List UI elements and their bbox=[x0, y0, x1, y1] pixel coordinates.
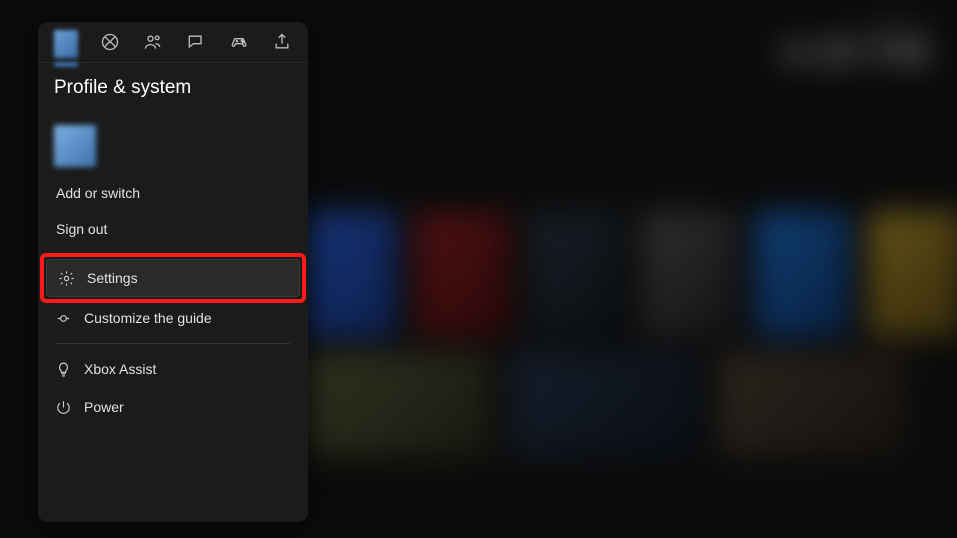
guide-panel: Profile & system Add or switch Sign out … bbox=[38, 22, 308, 522]
menu-sign-out[interactable]: Sign out bbox=[40, 211, 306, 247]
dashboard-tile bbox=[755, 211, 850, 337]
tab-people[interactable] bbox=[143, 32, 164, 56]
dashboard-tile bbox=[302, 211, 396, 337]
dashboard-tile bbox=[415, 211, 509, 337]
dashboard-tile bbox=[509, 352, 698, 457]
clock-block: ● ● ● ● 4:20 PM bbox=[781, 16, 931, 71]
lightbulb-icon bbox=[54, 360, 72, 378]
menu-add-or-switch[interactable]: Add or switch bbox=[40, 175, 306, 211]
menu-label: Power bbox=[84, 399, 124, 415]
tab-profile[interactable] bbox=[54, 32, 78, 56]
status-icons: ● ● ● ● bbox=[781, 16, 931, 31]
menu-label: Settings bbox=[87, 270, 138, 286]
chat-icon bbox=[186, 32, 206, 57]
customize-icon bbox=[54, 309, 72, 327]
dashboard-tile bbox=[302, 352, 491, 457]
guide-tabs bbox=[38, 22, 308, 63]
menu-settings[interactable]: Settings bbox=[46, 259, 300, 297]
menu-label: Customize the guide bbox=[84, 310, 212, 326]
menu-label: Add or switch bbox=[56, 185, 140, 201]
dashboard-tile bbox=[642, 211, 737, 337]
dashboard-tile bbox=[528, 211, 623, 337]
menu: Add or switch Sign out Settings Customiz… bbox=[38, 175, 308, 426]
controller-icon bbox=[229, 32, 249, 57]
menu-xbox-assist[interactable]: Xbox Assist bbox=[40, 350, 306, 388]
dashboard-tile bbox=[869, 211, 957, 337]
clock-time: 4:20 PM bbox=[781, 35, 931, 71]
avatar-icon bbox=[54, 30, 78, 58]
settings-gear-icon bbox=[57, 269, 75, 287]
power-icon bbox=[54, 398, 72, 416]
menu-divider bbox=[56, 343, 290, 344]
profile-avatar[interactable] bbox=[54, 125, 96, 167]
xbox-logo-icon bbox=[100, 32, 120, 57]
menu-label: Xbox Assist bbox=[84, 361, 156, 377]
menu-customize-guide[interactable]: Customize the guide bbox=[40, 299, 306, 337]
share-icon bbox=[272, 32, 292, 57]
tab-games[interactable] bbox=[228, 32, 249, 56]
tab-chat[interactable] bbox=[186, 32, 207, 56]
menu-power[interactable]: Power bbox=[40, 388, 306, 426]
menu-label: Sign out bbox=[56, 221, 107, 237]
dashboard-row-2 bbox=[302, 352, 907, 457]
tab-share[interactable] bbox=[271, 32, 292, 56]
dashboard-row-1 bbox=[302, 211, 957, 337]
panel-title: Profile & system bbox=[38, 63, 308, 107]
dashboard-tile bbox=[717, 352, 906, 457]
people-icon bbox=[143, 32, 163, 57]
tab-xbox[interactable] bbox=[100, 32, 121, 56]
